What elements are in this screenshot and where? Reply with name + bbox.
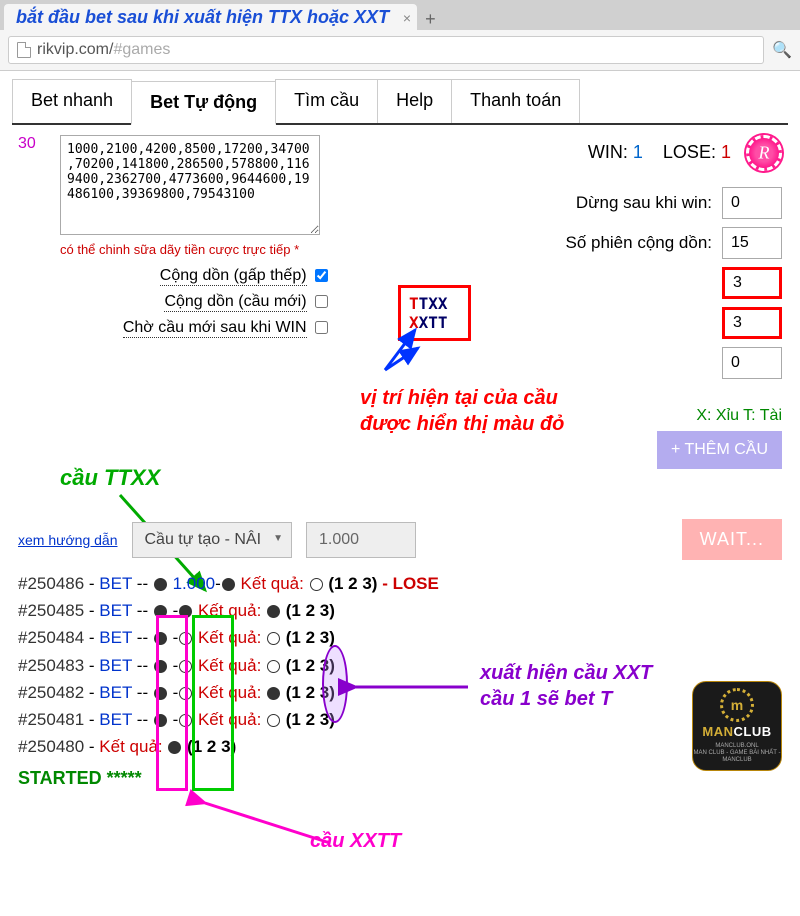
result-row: #250480 - Kết quả: (1 2 3)	[18, 733, 782, 760]
checkbox-gap-thep-row: Cộng dồn (gấp thếp)	[18, 267, 328, 285]
wait-button[interactable]: WAIT...	[682, 519, 782, 560]
result-row: #250484 - BET -- - Kết quả: (1 2 3)	[18, 624, 782, 651]
controls-row: xem hướng dẫn Cầu tự tạo - NÂI 1.000 WAI…	[18, 519, 782, 560]
field-extra	[378, 347, 782, 379]
url-text: rikvip.com/#games	[37, 41, 170, 59]
tab-help[interactable]: Help	[377, 79, 452, 123]
search-icon[interactable]: 🔍	[772, 40, 792, 60]
checkbox-cho-cau[interactable]	[315, 321, 328, 334]
new-tab-button[interactable]: +	[417, 9, 444, 30]
cau-select[interactable]: Cầu tự tạo - NÂI	[132, 522, 293, 558]
input-dung-win[interactable]	[722, 187, 782, 219]
input-extra[interactable]	[722, 347, 782, 379]
chip-icon[interactable]	[746, 135, 782, 171]
counter: 30	[18, 135, 36, 153]
tab-tim-cau[interactable]: Tìm cầu	[275, 79, 378, 123]
page-icon	[17, 42, 31, 58]
checkbox-gap-thep-label: Cộng dồn (gấp thếp)	[160, 267, 307, 286]
checkbox-cau-moi-row: Cộng dồn (cầu mới)	[18, 293, 328, 311]
close-icon[interactable]: ×	[403, 10, 411, 26]
field-dung-win: Dừng sau khi win:	[378, 187, 782, 219]
input-pattern1[interactable]	[722, 267, 782, 299]
browser-tab[interactable]: bắt đầu bet sau khi xuất hiện TTX hoặc X…	[4, 4, 417, 30]
result-row: #250486 - BET -- 1.000- Kết quả: (1 2 3)…	[18, 570, 782, 597]
tab-title: bắt đầu bet sau khi xuất hiện TTX hoặc X…	[16, 7, 389, 28]
checkbox-cho-cau-label: Chờ cầu mới sau khi WIN	[123, 319, 307, 338]
annotation-xuat: xuất hiện cầu XXT cầu 1 sẽ bet T	[480, 660, 652, 712]
tab-thanh-toan[interactable]: Thanh toán	[451, 79, 580, 123]
checkbox-cau-moi[interactable]	[315, 295, 328, 308]
checkbox-cho-cau-row: Chờ cầu mới sau khi WIN	[18, 319, 328, 337]
results-list: #250486 - BET -- 1.000- Kết quả: (1 2 3)…	[18, 570, 782, 760]
result-row: #250481 - BET -- - Kết quả: (1 2 3)	[18, 706, 782, 733]
manclub-logo: m MANCLUB MANCLUB.ONLMAN CLUB - GAME BÀI…	[692, 681, 782, 771]
logo-chip-icon: m	[720, 688, 754, 722]
address-bar: rikvip.com/#games 🔍	[0, 30, 800, 71]
add-cau-button[interactable]: + THÊM CẦU	[657, 431, 782, 469]
input-cong-don[interactable]	[722, 227, 782, 259]
bet-series-input[interactable]	[60, 135, 320, 235]
content: 30 có thể chinh sữa dãy tiền cược trực t…	[0, 125, 800, 799]
url-input[interactable]: rikvip.com/#games	[8, 36, 764, 64]
annotation-cau-xxtt: cầu XXTT	[310, 830, 401, 853]
win-lose: WIN: 1 LOSE: 1	[378, 135, 782, 171]
guide-link[interactable]: xem hướng dẫn	[18, 532, 118, 548]
tab-bet-nhanh[interactable]: Bet nhanh	[12, 79, 132, 123]
started-label: STARTED *****	[18, 768, 782, 789]
input-pattern2[interactable]	[722, 307, 782, 339]
result-row: #250485 - BET -- - Kết quả: (1 2 3)	[18, 597, 782, 624]
app-tabs: Bet nhanh Bet Tự động Tìm cầu Help Thanh…	[12, 79, 788, 125]
annotation-cau-ttxx: cầu TTXX	[60, 465, 160, 491]
browser-tab-bar: bắt đầu bet sau khi xuất hiện TTX hoặc X…	[0, 0, 800, 30]
annotation-vitri: vị trí hiện tại của cầu được hiển thị mà…	[360, 385, 564, 437]
result-row: #250483 - BET -- - Kết quả: (1 2 3)	[18, 652, 782, 679]
tab-bet-tu-dong[interactable]: Bet Tự động	[131, 81, 276, 125]
checkbox-gap-thep[interactable]	[315, 269, 328, 282]
edit-note: có thể chinh sữa dãy tiền cược trực tiếp…	[60, 242, 328, 257]
field-cong-don: Số phiên cộng dồn:	[378, 227, 782, 259]
amount-input[interactable]: 1.000	[306, 522, 416, 558]
checkbox-cau-moi-label: Cộng dồn (cầu mới)	[164, 293, 306, 312]
pattern-box: TTXXXXTT	[398, 285, 471, 341]
result-row: #250482 - BET -- - Kết quả: (1 2 3)	[18, 679, 782, 706]
